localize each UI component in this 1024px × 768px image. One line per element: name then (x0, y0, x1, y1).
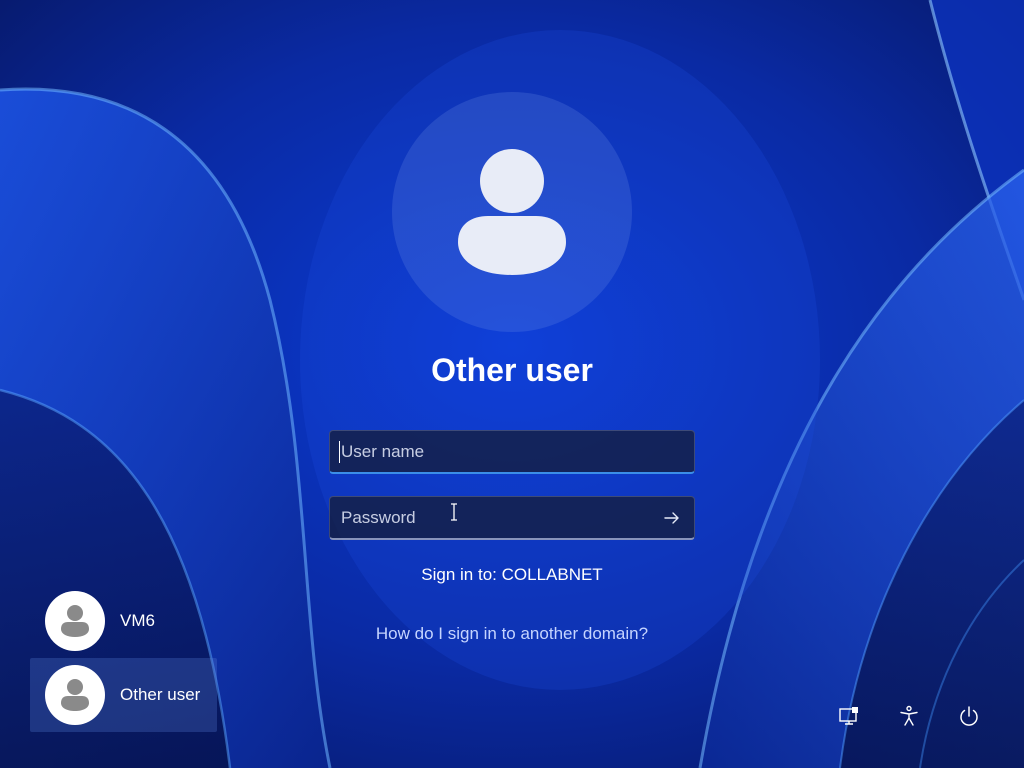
user-avatar-icon (45, 591, 105, 651)
arrow-right-icon (664, 511, 679, 524)
network-icon (839, 707, 858, 725)
ibeam-cursor-icon (451, 503, 457, 521)
power-icon (960, 706, 978, 726)
password-field[interactable] (329, 496, 695, 540)
network-button[interactable] (833, 700, 865, 732)
accessibility-icon (900, 705, 918, 726)
power-button[interactable] (953, 700, 985, 732)
user-list-item-label: VM6 (120, 611, 155, 630)
user-display-name: Other user (431, 352, 593, 388)
text-caret (339, 441, 340, 463)
user-list-item-label: Other user (120, 685, 201, 704)
accessibility-button[interactable] (893, 700, 925, 732)
password-input[interactable] (330, 497, 650, 538)
user-list-item-vm6[interactable]: VM6 (30, 584, 217, 658)
username-input[interactable] (330, 431, 694, 472)
another-domain-help-link[interactable]: How do I sign in to another domain? (312, 624, 712, 644)
user-list-item-other-user[interactable]: Other user (30, 658, 217, 732)
user-silhouette-icon (458, 149, 566, 275)
submit-button[interactable] (650, 497, 694, 539)
user-avatar-icon (45, 665, 105, 725)
username-field[interactable] (329, 430, 695, 474)
user-avatar-large (392, 92, 632, 332)
signin-domain-text: Sign in to: COLLABNET (421, 565, 603, 584)
